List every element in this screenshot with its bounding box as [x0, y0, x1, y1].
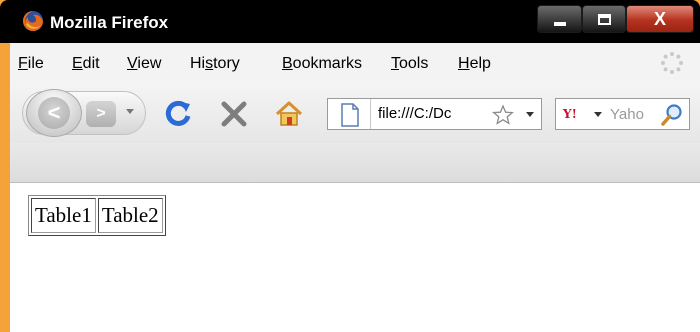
table-cell: Table2 — [97, 198, 163, 233]
url-divider — [370, 99, 371, 129]
search-icon[interactable] — [660, 103, 684, 127]
menu-file[interactable]: File — [18, 55, 44, 73]
url-bar[interactable]: file:///C:/Dc — [327, 98, 542, 130]
home-icon[interactable] — [274, 99, 304, 129]
close-button[interactable]: X — [626, 5, 694, 33]
url-field[interactable]: file:///C:/Dc — [378, 105, 498, 122]
maximize-button[interactable] — [582, 5, 626, 33]
forward-icon: > — [96, 105, 106, 122]
throbber-icon — [661, 52, 683, 74]
search-bar[interactable]: Y! Yaho — [555, 98, 690, 130]
search-engine-label: Y! — [563, 107, 577, 121]
table-cell: Table1 — [31, 198, 96, 233]
maximize-icon — [597, 13, 611, 25]
window-title: Mozilla Firefox — [50, 13, 169, 32]
bookmark-star-icon[interactable] — [492, 104, 514, 126]
menu-edit[interactable]: Edit — [72, 55, 100, 73]
title-bar[interactable]: Mozilla Firefox X — [0, 0, 700, 43]
firefox-icon — [23, 11, 43, 31]
window-frame: Mozilla Firefox X File Edit View History… — [0, 0, 700, 332]
back-icon: < — [38, 97, 70, 129]
menu-bookmarks[interactable]: Bookmarks — [282, 55, 362, 73]
yahoo-icon[interactable]: Y! — [560, 106, 580, 122]
page-icon — [341, 103, 359, 127]
url-dropdown-icon[interactable] — [526, 112, 534, 118]
table-row: Table1 Table2 — [31, 198, 163, 233]
navigation-toolbar: < > file:///C:/Dc Y! Yaho — [10, 83, 700, 143]
back-button[interactable]: < — [26, 89, 82, 137]
history-dropdown-icon[interactable] — [126, 109, 134, 114]
minimize-icon — [553, 22, 566, 26]
menu-history[interactable]: History — [190, 55, 240, 73]
reload-icon[interactable] — [164, 99, 194, 129]
engine-dropdown-icon[interactable] — [594, 112, 602, 118]
content-table: Table1 Table2 — [28, 195, 166, 236]
minimize-button[interactable] — [537, 5, 582, 33]
search-input[interactable]: Yaho — [610, 106, 644, 123]
bookmarks-toolbar — [10, 143, 700, 183]
stop-icon[interactable] — [220, 100, 248, 128]
close-icon: X — [653, 8, 666, 29]
menu-tools[interactable]: Tools — [391, 55, 428, 73]
forward-button[interactable]: > — [86, 101, 116, 127]
browser-window: File Edit View History Bookmarks Tools H… — [10, 43, 700, 332]
menu-help[interactable]: Help — [458, 55, 491, 73]
page-content: Table1 Table2 — [10, 183, 700, 332]
menu-view[interactable]: View — [127, 55, 161, 73]
menu-bar: File Edit View History Bookmarks Tools H… — [10, 43, 700, 83]
